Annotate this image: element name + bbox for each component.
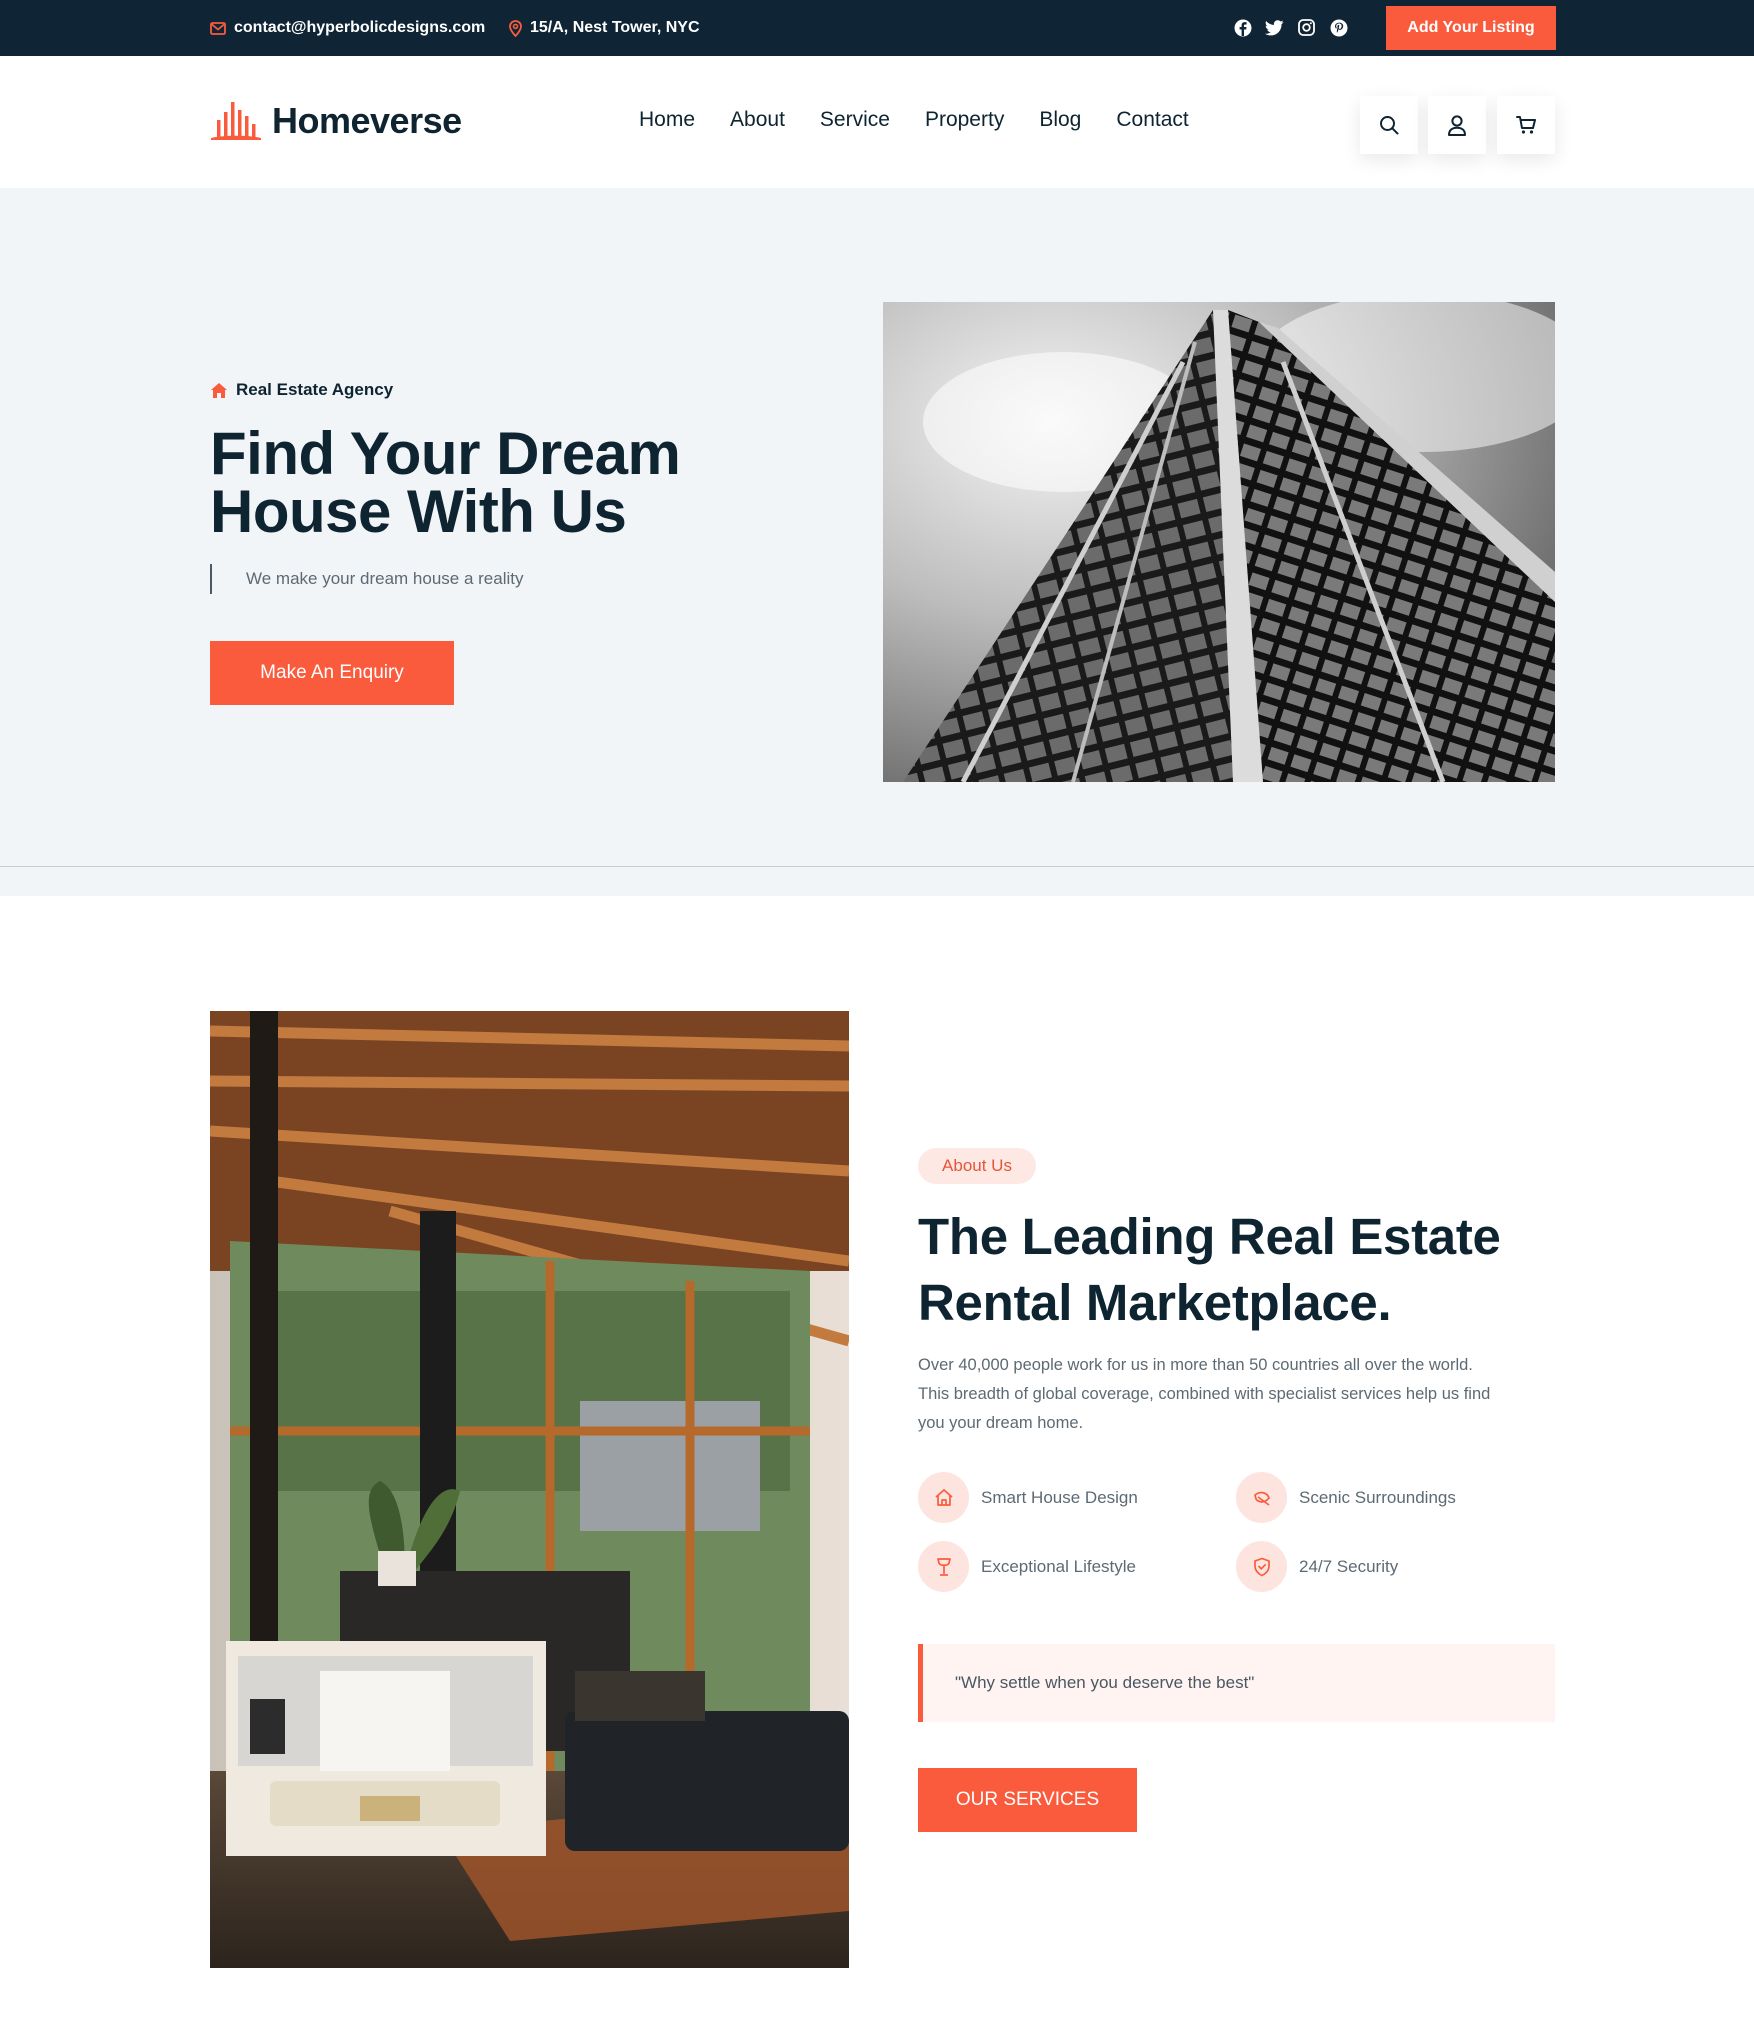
nav-contact[interactable]: Contact [1116, 108, 1188, 132]
search-icon [1380, 116, 1399, 135]
feature-lifestyle: Exceptional Lifestyle [918, 1541, 1136, 1592]
hero-tag-text: Real Estate Agency [236, 380, 394, 399]
social-links [1233, 18, 1348, 37]
facebook-icon[interactable] [1233, 18, 1252, 37]
hero-title-line2: House With Us [210, 478, 627, 545]
hero-title: Find Your Dream House With Us [210, 424, 770, 542]
feature-label: Smart House Design [981, 1487, 1138, 1507]
main-header: Homeverse Home About Service Property Bl… [0, 56, 1754, 188]
pinterest-icon[interactable] [1329, 18, 1348, 37]
address-link[interactable]: 15/A, Nest Tower, NYC [509, 0, 700, 56]
nav-about[interactable]: About [730, 108, 785, 132]
about-interior-image [210, 1011, 849, 1968]
about-title-line1: The Leading Real Estate [918, 1208, 1501, 1265]
location-pin-icon [509, 19, 522, 37]
feature-security: 24/7 Security [1236, 1541, 1398, 1592]
about-badge: About Us [918, 1148, 1036, 1184]
make-enquiry-button[interactable]: Make An Enquiry [210, 641, 454, 705]
hero-divider [0, 866, 1754, 867]
leaf-icon [1236, 1472, 1287, 1523]
home-icon [211, 382, 227, 398]
wine-glass-icon [918, 1541, 969, 1592]
hero-tag: Real Estate Agency [210, 380, 393, 400]
about-quote: "Why settle when you deserve the best" [918, 1644, 1555, 1722]
instagram-icon[interactable] [1297, 18, 1316, 37]
add-listing-button[interactable]: Add Your Listing [1386, 6, 1556, 50]
cart-icon [1515, 116, 1536, 134]
logo-mark-icon [211, 102, 261, 140]
top-bar: contact@hyperbolicdesigns.com 15/A, Nest… [0, 0, 1754, 56]
feature-label: 24/7 Security [1299, 1556, 1399, 1576]
nav-blog[interactable]: Blog [1039, 108, 1081, 132]
nav-property[interactable]: Property [925, 108, 1004, 132]
cart-button[interactable] [1497, 96, 1555, 154]
logo-text: Homeverse [272, 100, 462, 141]
about-title: The Leading Real Estate Rental Marketpla… [918, 1204, 1558, 1336]
about-title-line2: Rental Marketplace. [918, 1274, 1392, 1331]
nav-home[interactable]: Home [639, 108, 695, 132]
logo[interactable]: Homeverse [210, 100, 462, 142]
feature-smart-house: Smart House Design [918, 1472, 1138, 1523]
main-nav: Home About Service Property Blog Contact [639, 108, 1189, 132]
shield-icon [1236, 1541, 1287, 1592]
user-icon [1448, 114, 1466, 136]
about-text: Over 40,000 people work for us in more t… [918, 1356, 1491, 1432]
our-services-button[interactable]: OUR SERVICES [918, 1768, 1137, 1832]
home-icon [918, 1472, 969, 1523]
search-button[interactable] [1360, 96, 1418, 154]
email-text: contact@hyperbolicdesigns.com [234, 19, 486, 36]
nav-service[interactable]: Service [820, 108, 890, 132]
feature-label: Exceptional Lifestyle [981, 1556, 1136, 1576]
hero-building-image [883, 302, 1555, 782]
hero-subtitle: We make your dream house a reality [210, 564, 523, 594]
address-text: 15/A, Nest Tower, NYC [530, 19, 700, 36]
user-button[interactable] [1428, 96, 1486, 154]
feature-label: Scenic Surroundings [1299, 1487, 1456, 1507]
twitter-icon[interactable] [1265, 18, 1284, 37]
hero-title-line1: Find Your Dream [210, 420, 681, 487]
email-link[interactable]: contact@hyperbolicdesigns.com [210, 0, 485, 56]
mail-icon [210, 21, 226, 35]
feature-scenic: Scenic Surroundings [1236, 1472, 1456, 1523]
